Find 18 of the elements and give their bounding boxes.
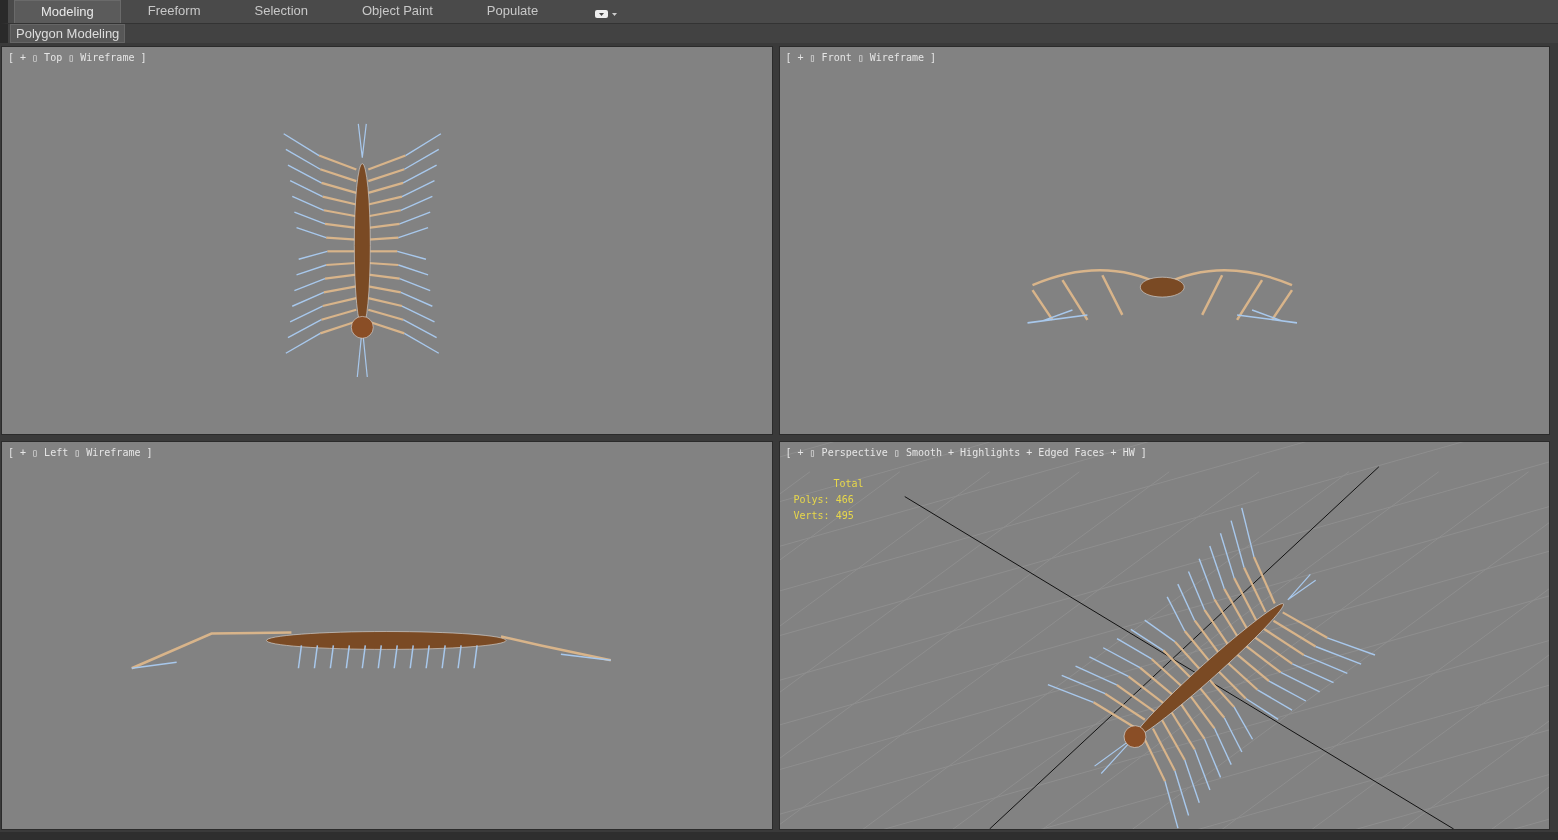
viewport[interactable]: [ + ▯ Front ▯ Wireframe ] [778, 46, 1550, 435]
stats-title: Total [832, 477, 864, 491]
stats-row-text: Verts: 495 [793, 509, 855, 523]
viewport-label[interactable]: [ + ▯ Front ▯ Wireframe ] [785, 50, 936, 65]
viewport[interactable]: [ + ▯ Perspective ▯ Smooth + Highlights + Edged Faces + HW ] Total Polys: 466 Verts: 495 [778, 441, 1550, 830]
ribbon-tab[interactable]: Modeling [14, 0, 121, 23]
viewport-label[interactable]: [ + ▯ Perspective ▯ Smooth + Highlights + Edged Faces + HW ] [785, 445, 1147, 460]
viewport[interactable]: [ + ▯ Left ▯ Wireframe ] [1, 441, 773, 830]
stats-row-text: Polys: 466 [793, 493, 855, 507]
viewport-label[interactable]: [ + ▯ Left ▯ Wireframe ] [8, 445, 153, 460]
viewport[interactable]: [ + ▯ Top ▯ Wireframe ] [1, 46, 773, 435]
ribbon-tab[interactable]: Object Paint [335, 0, 460, 23]
ribbon-tab[interactable]: Populate [459, 0, 566, 23]
ribbon-tab[interactable]: Freeform [120, 0, 228, 23]
dropdown-icon[interactable] [595, 9, 620, 19]
panel-tab[interactable]: Polygon Modeling [10, 24, 126, 43]
ribbon-tab[interactable]: Selection [227, 0, 335, 23]
viewport-label[interactable]: [ + ▯ Top ▯ Wireframe ] [8, 50, 147, 65]
